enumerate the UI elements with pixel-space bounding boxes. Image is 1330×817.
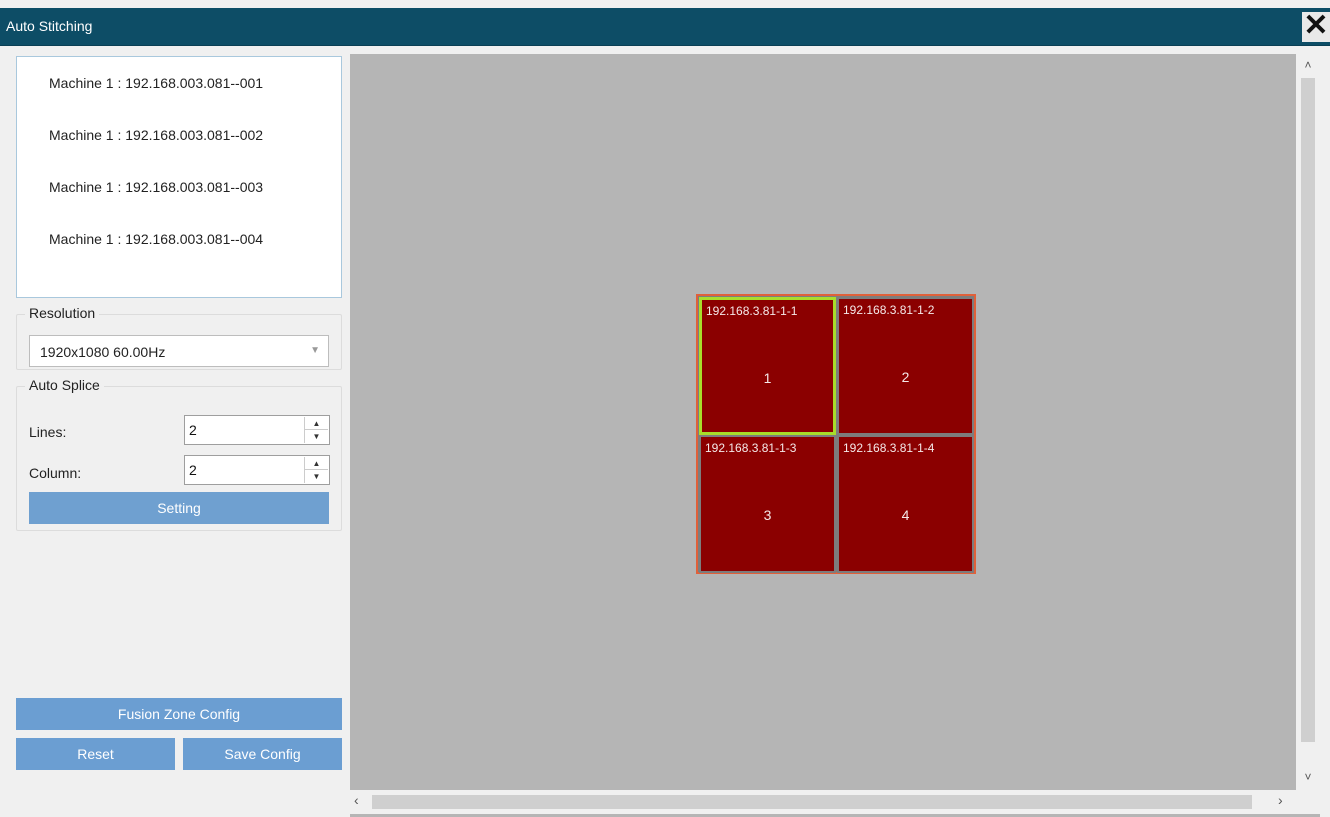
- resolution-label: Resolution: [25, 305, 100, 321]
- vertical-scrollbar[interactable]: ˄ ˅: [1296, 54, 1320, 814]
- wall-cell[interactable]: 192.168.3.81-1-3 3: [699, 435, 836, 573]
- column-value[interactable]: 2: [189, 462, 197, 478]
- video-wall: 192.168.3.81-1-1 1 192.168.3.81-1-2 2 19…: [696, 294, 976, 574]
- setting-button[interactable]: Setting: [29, 492, 329, 524]
- fusion-zone-config-button[interactable]: Fusion Zone Config: [16, 698, 342, 730]
- auto-splice-label: Auto Splice: [25, 377, 104, 393]
- left-panel: Machine 1 : 192.168.003.081--001 Machine…: [0, 46, 350, 817]
- resolution-group: Resolution 1920x1080 60.00Hz ▼: [16, 305, 342, 370]
- cell-number: 1: [763, 370, 772, 386]
- reset-button[interactable]: Reset: [16, 738, 175, 770]
- cell-ip-label: 192.168.3.81-1-3: [705, 441, 797, 455]
- column-spinbox[interactable]: 2 ▲ ▼: [184, 455, 330, 485]
- chevron-down-icon[interactable]: ˅: [1296, 770, 1320, 786]
- column-spin-buttons: ▲ ▼: [304, 457, 328, 483]
- spin-up-icon[interactable]: ▲: [305, 457, 328, 470]
- wall-cell[interactable]: 192.168.3.81-1-2 2: [837, 297, 974, 435]
- chevron-left-icon[interactable]: ‹: [354, 792, 370, 812]
- machine-list-item[interactable]: Machine 1 : 192.168.003.081--004: [49, 231, 263, 247]
- machine-list-item[interactable]: Machine 1 : 192.168.003.081--002: [49, 127, 263, 143]
- horizontal-scrollbar[interactable]: ‹ ›: [350, 790, 1296, 814]
- close-icon[interactable]: ✕: [1302, 11, 1330, 42]
- lines-label: Lines:: [29, 424, 67, 440]
- chevron-right-icon[interactable]: ›: [1278, 792, 1294, 812]
- machine-list-item[interactable]: Machine 1 : 192.168.003.081--003: [49, 179, 263, 195]
- cell-number: 4: [901, 507, 910, 523]
- lines-value[interactable]: 2: [189, 422, 197, 438]
- machine-list-item[interactable]: Machine 1 : 192.168.003.081--001: [49, 75, 263, 91]
- column-label: Column:: [29, 465, 82, 481]
- cell-number: 2: [901, 369, 910, 385]
- horizontal-scroll-thumb[interactable]: [372, 795, 1252, 809]
- spin-down-icon[interactable]: ▼: [305, 430, 328, 443]
- auto-stitching-window: Auto Stitching ✕ Machine 1 : 192.168.003…: [0, 0, 1330, 817]
- cell-ip-label: 192.168.3.81-1-4: [843, 441, 935, 455]
- title-bar: Auto Stitching ✕: [0, 8, 1330, 46]
- wall-cell[interactable]: 192.168.3.81-1-1 1: [699, 297, 836, 435]
- window-title: Auto Stitching: [6, 18, 93, 34]
- chevron-down-icon: ▼: [310, 345, 320, 356]
- cell-ip-label: 192.168.3.81-1-2: [843, 303, 935, 317]
- chevron-up-icon[interactable]: ˄: [1296, 58, 1320, 74]
- spin-up-icon[interactable]: ▲: [305, 417, 328, 430]
- auto-splice-group: Auto Splice Lines: 2 ▲ ▼ Column: 2 ▲ ▼ S…: [16, 377, 342, 531]
- resolution-select[interactable]: 1920x1080 60.00Hz ▼: [29, 335, 329, 367]
- lines-spin-buttons: ▲ ▼: [304, 417, 328, 443]
- machine-list: Machine 1 : 192.168.003.081--001 Machine…: [16, 56, 342, 298]
- vertical-scroll-thumb[interactable]: [1301, 78, 1315, 742]
- resolution-value: 1920x1080 60.00Hz: [40, 344, 166, 360]
- save-config-button[interactable]: Save Config: [183, 738, 342, 770]
- cell-ip-label: 192.168.3.81-1-1: [706, 304, 798, 318]
- lines-spinbox[interactable]: 2 ▲ ▼: [184, 415, 330, 445]
- spin-down-icon[interactable]: ▼: [305, 470, 328, 483]
- wall-cell[interactable]: 192.168.3.81-1-4 4: [837, 435, 974, 573]
- cell-number: 3: [763, 507, 772, 523]
